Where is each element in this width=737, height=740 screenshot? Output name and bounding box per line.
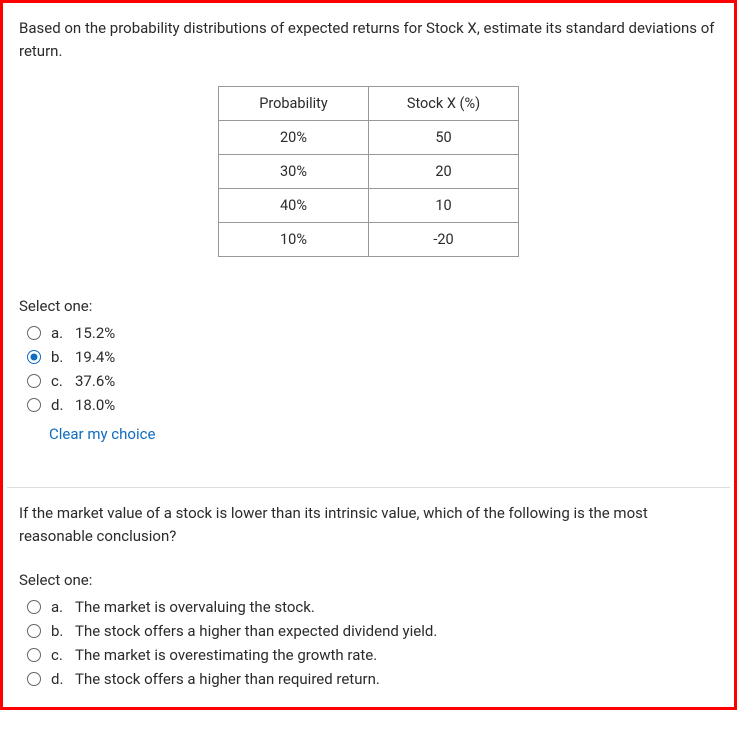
option-text: 15.2% (75, 324, 115, 342)
table-header: Stock X (%) (369, 87, 519, 121)
table-cell: 40% (219, 189, 369, 223)
option-letter: b. (51, 622, 75, 640)
table-header: Probability (219, 87, 369, 121)
radio-icon[interactable] (27, 374, 41, 388)
table-cell: 10 (369, 189, 519, 223)
option-letter: c. (51, 646, 75, 664)
option-letter: d. (51, 670, 75, 688)
option-a[interactable]: a. 15.2% (27, 321, 718, 345)
question-text: If the market value of a stock is lower … (19, 502, 718, 547)
option-letter: d. (51, 396, 75, 414)
clear-choice-link[interactable]: Clear my choice (49, 425, 718, 443)
option-text: The market is overestimating the growth … (75, 646, 377, 664)
option-letter: b. (51, 348, 75, 366)
option-text: The stock offers a higher than required … (75, 670, 380, 688)
option-letter: c. (51, 372, 75, 390)
radio-icon[interactable] (27, 350, 41, 364)
option-b[interactable]: b. 19.4% (27, 345, 718, 369)
table-row: 30% 20 (219, 155, 519, 189)
table-cell: 20 (369, 155, 519, 189)
option-text: 19.4% (75, 348, 115, 366)
radio-icon[interactable] (27, 624, 41, 638)
question-text: Based on the probability distributions o… (19, 17, 718, 62)
radio-icon[interactable] (27, 672, 41, 686)
table-cell: -20 (369, 223, 519, 257)
quiz-page: Based on the probability distributions o… (0, 0, 737, 710)
option-letter: a. (51, 598, 75, 616)
option-c[interactable]: c. 37.6% (27, 369, 718, 393)
question-2: If the market value of a stock is lower … (3, 488, 734, 707)
question-1: Based on the probability distributions o… (3, 3, 734, 459)
table-cell: 50 (369, 121, 519, 155)
radio-icon[interactable] (27, 326, 41, 340)
option-text: 18.0% (75, 396, 115, 414)
radio-icon[interactable] (27, 648, 41, 662)
probability-table: Probability Stock X (%) 20% 50 30% 20 40… (218, 86, 519, 257)
option-text: 37.6% (75, 372, 115, 390)
data-table-wrap: Probability Stock X (%) 20% 50 30% 20 40… (19, 86, 718, 257)
option-b[interactable]: b. The stock offers a higher than expect… (27, 619, 718, 643)
table-cell: 10% (219, 223, 369, 257)
radio-icon[interactable] (27, 600, 41, 614)
table-row: 20% 50 (219, 121, 519, 155)
table-cell: 20% (219, 121, 369, 155)
option-text: The stock offers a higher than expected … (75, 622, 437, 640)
option-a[interactable]: a. The market is overvaluing the stock. (27, 595, 718, 619)
table-row: 10% -20 (219, 223, 519, 257)
option-d[interactable]: d. The stock offers a higher than requir… (27, 667, 718, 691)
option-text: The market is overvaluing the stock. (75, 598, 315, 616)
option-c[interactable]: c. The market is overestimating the grow… (27, 643, 718, 667)
table-row: 40% 10 (219, 189, 519, 223)
option-d[interactable]: d. 18.0% (27, 393, 718, 417)
radio-icon[interactable] (27, 398, 41, 412)
option-letter: a. (51, 324, 75, 342)
table-cell: 30% (219, 155, 369, 189)
select-one-label: Select one: (19, 297, 718, 315)
select-one-label: Select one: (19, 571, 718, 589)
